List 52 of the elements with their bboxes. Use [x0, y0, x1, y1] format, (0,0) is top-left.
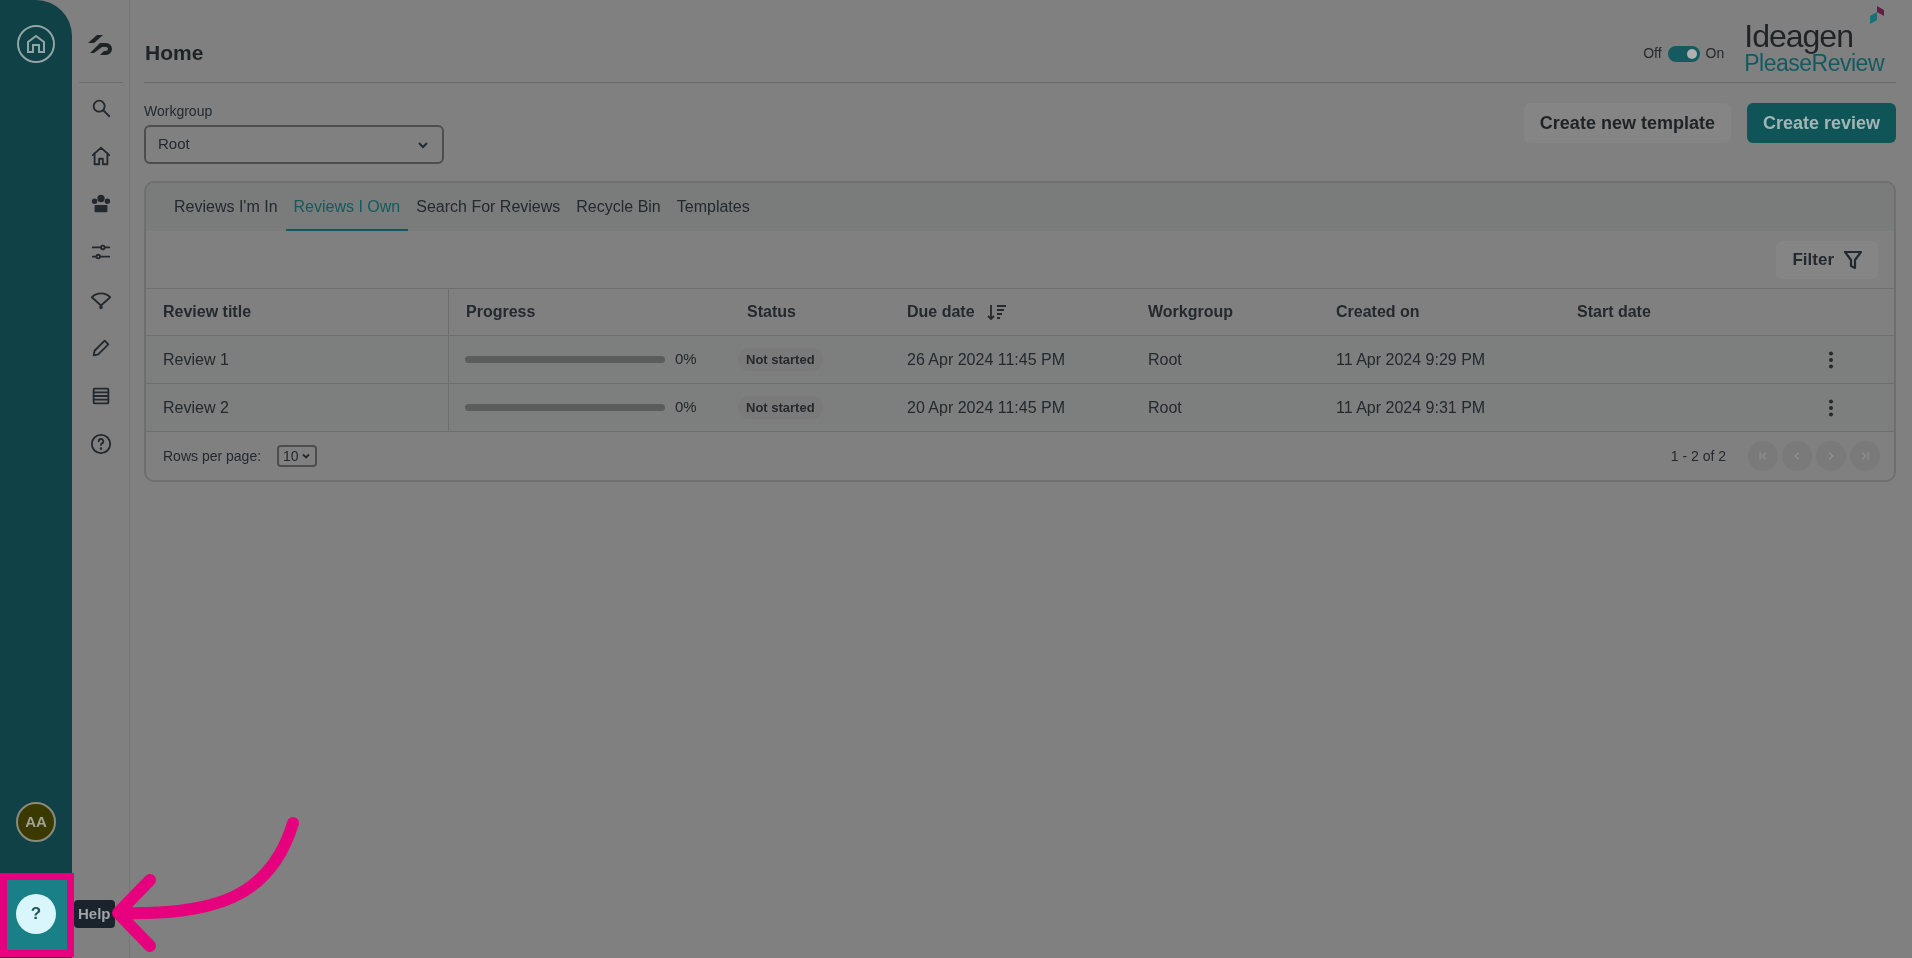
- column-header: Created on: [1336, 302, 1420, 322]
- help-tooltip: Help: [74, 900, 115, 928]
- table-cell-text: Review 2: [163, 397, 229, 418]
- chevron-down-icon: [300, 451, 311, 461]
- table-cell-text: 11 Apr 2024 9:31 PM: [1336, 397, 1486, 418]
- table-row[interactable]: Review 2 0% Not started 20 Apr 2024 11:45 PM Root 11 Apr 2024 9:31 PM: [146, 384, 1894, 432]
- table-cell-text: Review 1: [163, 349, 229, 370]
- table-cell-text: 11 Apr 2024 9:29 PM: [1336, 349, 1486, 370]
- tab[interactable]: Reviews I'm In: [166, 195, 286, 231]
- house-icon[interactable]: [89, 145, 112, 167]
- column-header: Review title: [163, 302, 252, 322]
- table-cell-text: 26 Apr 2024 11:45 PM: [907, 349, 1066, 370]
- field-label: Workgroup: [144, 102, 214, 121]
- product-logo: PleaseReview: [1744, 52, 1884, 75]
- column-header: Status: [747, 302, 796, 322]
- toggle-switch[interactable]: [1667, 45, 1700, 62]
- page-range: 1 - 2 of 2: [1670, 446, 1726, 466]
- filter-button[interactable]: Filter: [1776, 240, 1878, 279]
- brand-logo: Ideagen: [1744, 20, 1853, 52]
- tab[interactable]: Templates: [668, 195, 758, 231]
- status-badge: Not started: [738, 395, 823, 420]
- tab[interactable]: Reviews I Own: [285, 195, 409, 231]
- column-header: Progress: [466, 302, 536, 322]
- table-cell-text: 20 Apr 2024 11:45 PM: [907, 397, 1066, 418]
- help-button[interactable]: ?: [16, 894, 56, 934]
- home-logo-icon[interactable]: [16, 24, 56, 64]
- table-cell-text: Root: [1148, 397, 1182, 418]
- table-row[interactable]: Review 1 0% Not started 26 Apr 2024 11:45 PM Root 11 Apr 2024 9:29 PM: [146, 336, 1894, 384]
- rows-per-page-label: Rows per page:: [163, 446, 262, 466]
- more-options-icon[interactable]: [1828, 350, 1834, 369]
- sort-icon[interactable]: [986, 303, 1007, 321]
- more-options-icon[interactable]: [1828, 398, 1834, 417]
- page-title: Home: [145, 39, 204, 66]
- table-cell-text: Root: [1148, 349, 1182, 370]
- column-header: Due date: [907, 302, 975, 322]
- progress-text: 0%: [675, 397, 697, 418]
- tab[interactable]: Search For Reviews: [408, 195, 569, 231]
- tab[interactable]: Recycle Bin: [568, 195, 669, 231]
- help-icon[interactable]: [89, 433, 112, 455]
- user-avatar[interactable]: AA: [16, 802, 56, 842]
- toggle-label: On: [1705, 44, 1725, 63]
- status-badge: Not started: [738, 347, 823, 372]
- column-header: Workgroup: [1148, 302, 1234, 322]
- column-header: Start date: [1577, 302, 1651, 322]
- people-icon[interactable]: [89, 193, 112, 215]
- workgroup-select[interactable]: Root: [144, 125, 444, 164]
- create-review-button[interactable]: Create review: [1746, 103, 1896, 143]
- create-template-button[interactable]: Create new template: [1523, 103, 1731, 143]
- filter-icon: [1844, 249, 1862, 270]
- progress-text: 0%: [675, 349, 697, 370]
- rows-per-page-select[interactable]: 10: [277, 445, 317, 467]
- toggle-label: Off: [1643, 44, 1662, 63]
